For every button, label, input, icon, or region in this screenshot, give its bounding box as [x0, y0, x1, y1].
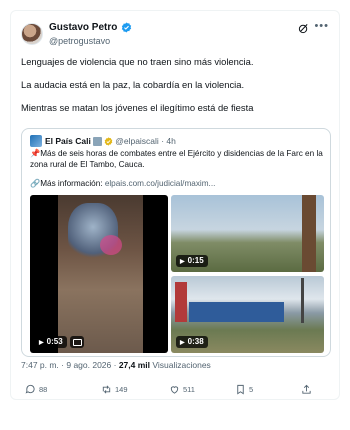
repost-icon: [102, 385, 111, 393]
more-icon[interactable]: •••: [314, 20, 329, 32]
tweet-text-line: Lenguajes de violencia que no traen sino…: [21, 56, 254, 67]
quoted-author-name: El País Cali: [45, 136, 91, 146]
tweet-text-line: Mientras se matan los jóvenes el ilegíti…: [21, 102, 254, 113]
affiliate-badge-icon: [92, 136, 102, 146]
play-icon: ▶: [180, 259, 185, 265]
video-thumbnail[interactable]: ▶ 0:38: [171, 276, 324, 353]
share-button[interactable]: [301, 381, 315, 397]
quoted-text-body: Más de seis horas de combates entre el E…: [30, 149, 323, 169]
action-bar: 88 149 511 5: [21, 381, 331, 397]
reply-count: 88: [39, 384, 48, 394]
video-frame-detail: [189, 302, 284, 322]
video-duration: ▶ 0:38: [176, 336, 208, 348]
video-duration: ▶ 0:15: [176, 255, 208, 267]
video-frame-detail: [100, 235, 122, 255]
link-prefix: 🔗Más información:: [30, 179, 105, 188]
quoted-tweet-header: El País Cali @elpaiscali · 4h: [30, 135, 176, 147]
quoted-author-avatar: [30, 135, 42, 147]
share-icon: [302, 384, 311, 394]
play-icon: ▶: [39, 340, 44, 346]
views-count: 27,4 mil: [118, 360, 150, 370]
quoted-author-handle: @elpaiscali: [115, 136, 159, 146]
grok-icon[interactable]: [298, 23, 309, 34]
views-label: Visualizaciones: [150, 360, 211, 370]
video-thumbnail[interactable]: ▶ 0:53: [30, 195, 168, 353]
verified-badge-icon: [104, 136, 113, 146]
repost-count: 149: [115, 384, 128, 394]
bookmark-count: 5: [249, 384, 254, 394]
duration-label: 0:53: [46, 337, 63, 346]
gif-icon: [70, 336, 84, 348]
pin-icon: 📌: [30, 149, 41, 158]
tweet-timestamp: 7:47 p. m. · 9 ago. 2026 · 27,4 mil Visu…: [21, 360, 211, 370]
quoted-link[interactable]: elpais.com.co/judicial/maxim...: [105, 179, 216, 188]
duration-label: 0:38: [187, 337, 204, 346]
repost-button[interactable]: 149: [101, 381, 128, 397]
quoted-tweet[interactable]: El País Cali @elpaiscali · 4h 📌Más de se…: [21, 128, 331, 357]
bookmark-icon: [237, 384, 244, 394]
video-frame-detail: [175, 282, 187, 322]
like-count: 511: [183, 384, 195, 394]
author-name[interactable]: Gustavo Petro: [49, 22, 117, 33]
tweet-header: Gustavo Petro @petrogustavo •••: [21, 20, 331, 57]
like-button[interactable]: 511: [169, 381, 195, 397]
verified-badge-icon: [121, 22, 132, 33]
video-duration: ▶ 0:53: [35, 336, 67, 348]
quoted-text: 📌Más de seis horas de combates entre el …: [30, 149, 326, 170]
duration-label: 0:15: [187, 256, 204, 265]
bookmark-button[interactable]: 5: [235, 381, 253, 397]
video-thumbnail[interactable]: ▶ 0:15: [171, 195, 324, 272]
reply-icon: [25, 384, 35, 394]
video-frame-detail: [301, 278, 304, 323]
like-icon: [170, 385, 179, 394]
author-avatar[interactable]: [21, 23, 43, 45]
time-date[interactable]: 7:47 p. m. · 9 ago. 2026 ·: [21, 360, 119, 370]
quoted-link-line: 🔗Más información: elpais.com.co/judicial…: [30, 179, 215, 189]
author-handle[interactable]: @petrogustavo: [49, 36, 110, 46]
media-grid: ▶ 0:53 ▶ 0:15 ▶ 0:38: [30, 195, 324, 353]
play-icon: ▶: [180, 340, 185, 346]
video-frame-detail: [302, 195, 316, 272]
quoted-time: · 4h: [161, 136, 176, 146]
tweet-card: Gustavo Petro @petrogustavo ••• Lenguaje…: [10, 10, 340, 400]
tweet-text-line: La audacia está en la paz, la cobardía e…: [21, 79, 245, 90]
reply-button[interactable]: 88: [25, 381, 47, 397]
